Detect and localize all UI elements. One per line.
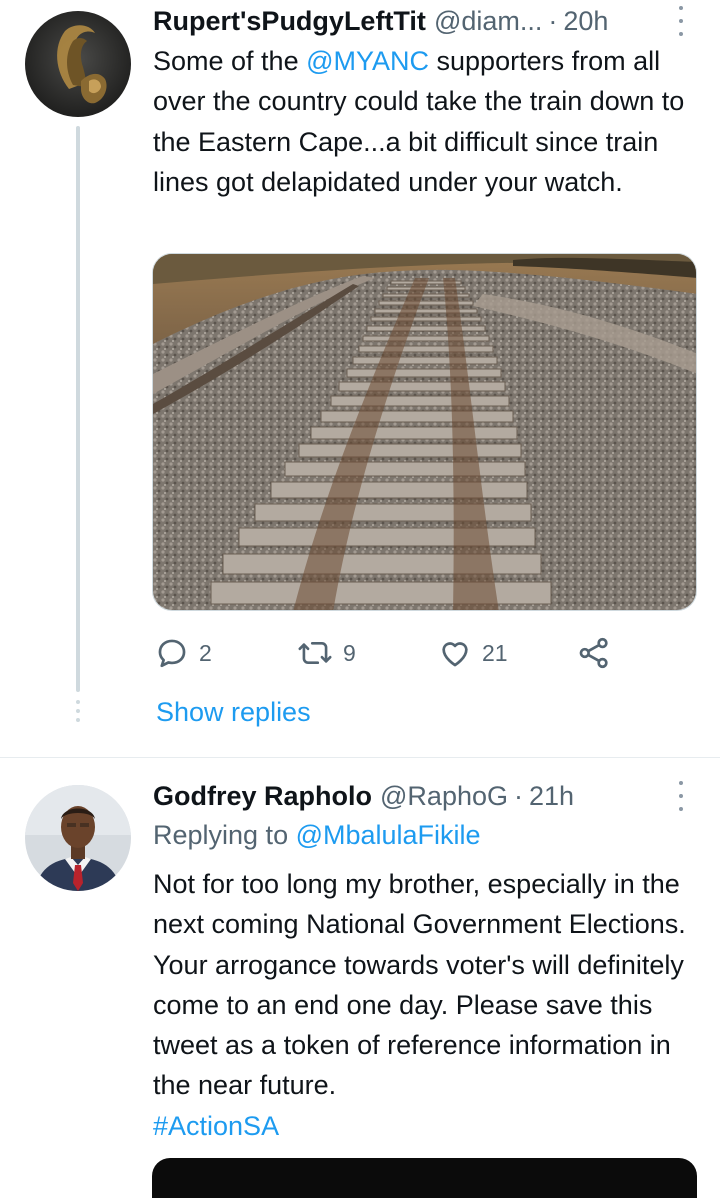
header-separator: ·: [548, 5, 558, 36]
tweet-timestamp[interactable]: 21h: [529, 781, 574, 812]
like-button[interactable]: 21: [438, 633, 508, 673]
mention-link[interactable]: @MYANC: [306, 46, 429, 76]
more-options-icon[interactable]: [676, 6, 686, 36]
replying-to-mention[interactable]: @MbalulaFikile: [296, 820, 481, 850]
reply-button[interactable]: 2: [155, 633, 212, 673]
tweet-header: Rupert'sPudgyLeftTit @diam... · 20h: [153, 3, 608, 39]
tweet-media-image[interactable]: [152, 253, 697, 611]
share-icon: [579, 637, 608, 669]
tweet-text: Some of the @MYANC supporters from all o…: [153, 41, 713, 202]
author-name[interactable]: Rupert'sPudgyLeftTit: [153, 6, 426, 37]
author-name[interactable]: Godfrey Rapholo: [153, 781, 372, 812]
more-options-icon[interactable]: [676, 781, 686, 811]
retweet-count: 9: [343, 639, 356, 666]
tweet-timestamp[interactable]: 20h: [563, 6, 608, 37]
tweet-media-image[interactable]: [152, 1158, 697, 1198]
tweet-header: Godfrey Rapholo @RaphoG · 21h: [153, 778, 574, 814]
heart-icon: [442, 642, 468, 667]
author-handle[interactable]: @RaphoG: [380, 781, 508, 812]
header-separator: ·: [514, 780, 523, 811]
avatar-godfrey[interactable]: [25, 785, 131, 891]
avatar-rupert[interactable]: [25, 11, 131, 117]
reply-icon: [158, 639, 186, 668]
share-button[interactable]: [577, 633, 611, 673]
author-handle[interactable]: @diam...: [434, 6, 542, 37]
thread-more-dots[interactable]: [74, 700, 82, 722]
tweet-divider: [0, 757, 720, 758]
tweet-body: Not for too long my brother, especially …: [153, 869, 693, 1101]
tweet-text: Not for too long my brother, especially …: [153, 864, 713, 1146]
like-count: 21: [482, 639, 508, 666]
retweet-button[interactable]: 9: [297, 633, 356, 673]
replying-to-line: Replying to @MbalulaFikile: [153, 820, 481, 851]
retweet-icon: [298, 641, 332, 665]
hashtag-link[interactable]: #ActionSA: [153, 1111, 279, 1141]
tweet-text-part: Some of the: [153, 46, 307, 76]
tweet-actions-bar: 2 9 21: [155, 633, 625, 673]
thread-connector-line: [76, 126, 80, 692]
show-replies-link[interactable]: Show replies: [156, 697, 311, 728]
replying-to-label: Replying to: [153, 820, 296, 850]
reply-count: 2: [199, 639, 212, 666]
